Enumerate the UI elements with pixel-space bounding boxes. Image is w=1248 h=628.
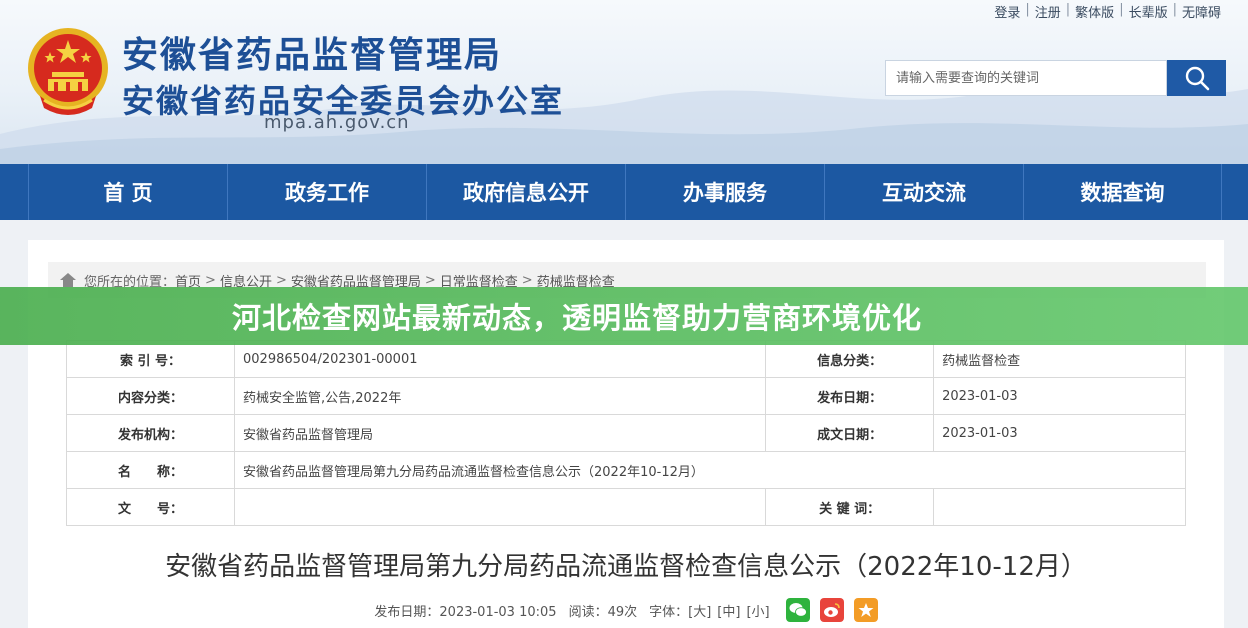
site-header: 安徽省药品监督管理局 安徽省药品安全委员会办公室 mpa.ah.gov.cn 登… (0, 0, 1248, 164)
written-date-value: 2023-01-03 (933, 414, 1186, 452)
article-title: 安徽省药品监督管理局第九分局药品流通监督检查信息公示（2022年10-12月） (165, 552, 1087, 582)
publish-datetime: 发布日期：2023-01-03 10:05 (374, 604, 557, 620)
doc-number-label: 文 号： (66, 488, 235, 526)
search-box (885, 60, 1226, 96)
publish-date-label: 发布日期： (765, 377, 935, 415)
view-count: 阅读：49次 (568, 604, 638, 620)
favorite-share-icon[interactable] (853, 598, 878, 622)
breadcrumb-separator: > (521, 272, 533, 288)
font-size-medium[interactable]: [中] (717, 601, 740, 620)
weibo-share-icon[interactable] (819, 598, 844, 622)
nav-item-interaction[interactable]: 互动交流 (824, 164, 1023, 220)
font-size-small[interactable]: [小] (746, 601, 769, 620)
table-row: 内容分类： 药械安全监管,公告,2022年 发布日期： 2023-01-03 (66, 377, 1186, 415)
traditional-chinese-link[interactable]: 繁体版 (1070, 2, 1119, 21)
star-icon (858, 603, 874, 617)
nav-item-services[interactable]: 办事服务 (625, 164, 824, 220)
accessibility-link[interactable]: 无障碍 (1177, 2, 1226, 21)
keywords-label: 关 键 词： (765, 488, 935, 526)
keywords-value (933, 488, 1186, 526)
info-table: 索 引 号： 002986504/202301-00001 信息分类： 药械监督… (66, 340, 1186, 526)
search-input[interactable] (885, 60, 1167, 96)
article-meta: 发布日期：2023-01-03 10:05 阅读：49次 字体： [大] [中]… (28, 598, 1224, 622)
breadcrumb-separator: > (205, 272, 216, 288)
content-category-label: 内容分类： (66, 377, 235, 415)
font-size-label: 字体： (649, 604, 689, 620)
search-icon (1185, 66, 1209, 91)
nav-item-information-disclosure[interactable]: 政府信息公开 (426, 164, 625, 220)
headline-banner: 河北检查网站最新动态，透明监督助力营商环境优化 (0, 287, 1248, 345)
headline-banner-text: 河北检查网站最新动态，透明监督助力营商环境优化 (232, 301, 923, 335)
nav-item-home[interactable]: 首 页 (28, 164, 227, 220)
site-title-main: 安徽省药品监督管理局 (122, 35, 503, 76)
wechat-icon (789, 603, 807, 617)
login-link[interactable]: 登录 (989, 2, 1025, 21)
top-links: 登录 | 注册 | 繁体版 | 长辈版 | 无障碍 (989, 2, 1226, 21)
doc-number-value (233, 488, 767, 526)
table-row: 名 称： 安徽省药品监督管理局第九分局药品流通监督检查信息公示（2022年10-… (66, 451, 1186, 489)
name-value: 安徽省药品监督管理局第九分局药品流通监督检查信息公示（2022年10-12月） (234, 451, 1186, 489)
table-row: 索 引 号： 002986504/202301-00001 信息分类： 药械监督… (66, 340, 1186, 378)
nav-item-data-query[interactable]: 数据查询 (1023, 164, 1222, 220)
info-category-value: 药械监督检查 (933, 340, 1186, 378)
index-number-label: 索 引 号： (66, 340, 235, 378)
breadcrumb-separator: > (424, 272, 436, 288)
main-nav: 首 页 政务工作 政府信息公开 办事服务 互动交流 数据查询 (0, 164, 1248, 220)
weibo-icon (823, 603, 840, 617)
breadcrumb-separator: > (275, 272, 287, 288)
publish-date-value: 2023-01-03 (933, 377, 1186, 415)
wechat-share-icon[interactable] (785, 598, 810, 622)
info-category-label: 信息分类： (765, 340, 935, 378)
content-category-value: 药械安全监管,公告,2022年 (233, 377, 767, 415)
table-row: 文 号： 关 键 词： (66, 488, 1186, 526)
publisher-value: 安徽省药品监督管理局 (233, 414, 767, 452)
written-date-label: 成文日期： (765, 414, 935, 452)
home-icon (60, 273, 76, 287)
register-link[interactable]: 注册 (1030, 2, 1066, 21)
table-row: 发布机构： 安徽省药品监督管理局 成文日期： 2023-01-03 (66, 414, 1186, 452)
national-emblem-icon (28, 28, 108, 115)
elderly-version-link[interactable]: 长辈版 (1124, 2, 1173, 21)
site-domain: mpa.ah.gov.cn (264, 112, 410, 133)
nav-item-government-affairs[interactable]: 政务工作 (227, 164, 426, 220)
index-number-value: 002986504/202301-00001 (233, 340, 767, 378)
publisher-label: 发布机构： (66, 414, 235, 452)
name-label: 名 称： (66, 451, 235, 489)
search-button[interactable] (1167, 60, 1226, 96)
font-size-large[interactable]: [大] (688, 601, 711, 620)
